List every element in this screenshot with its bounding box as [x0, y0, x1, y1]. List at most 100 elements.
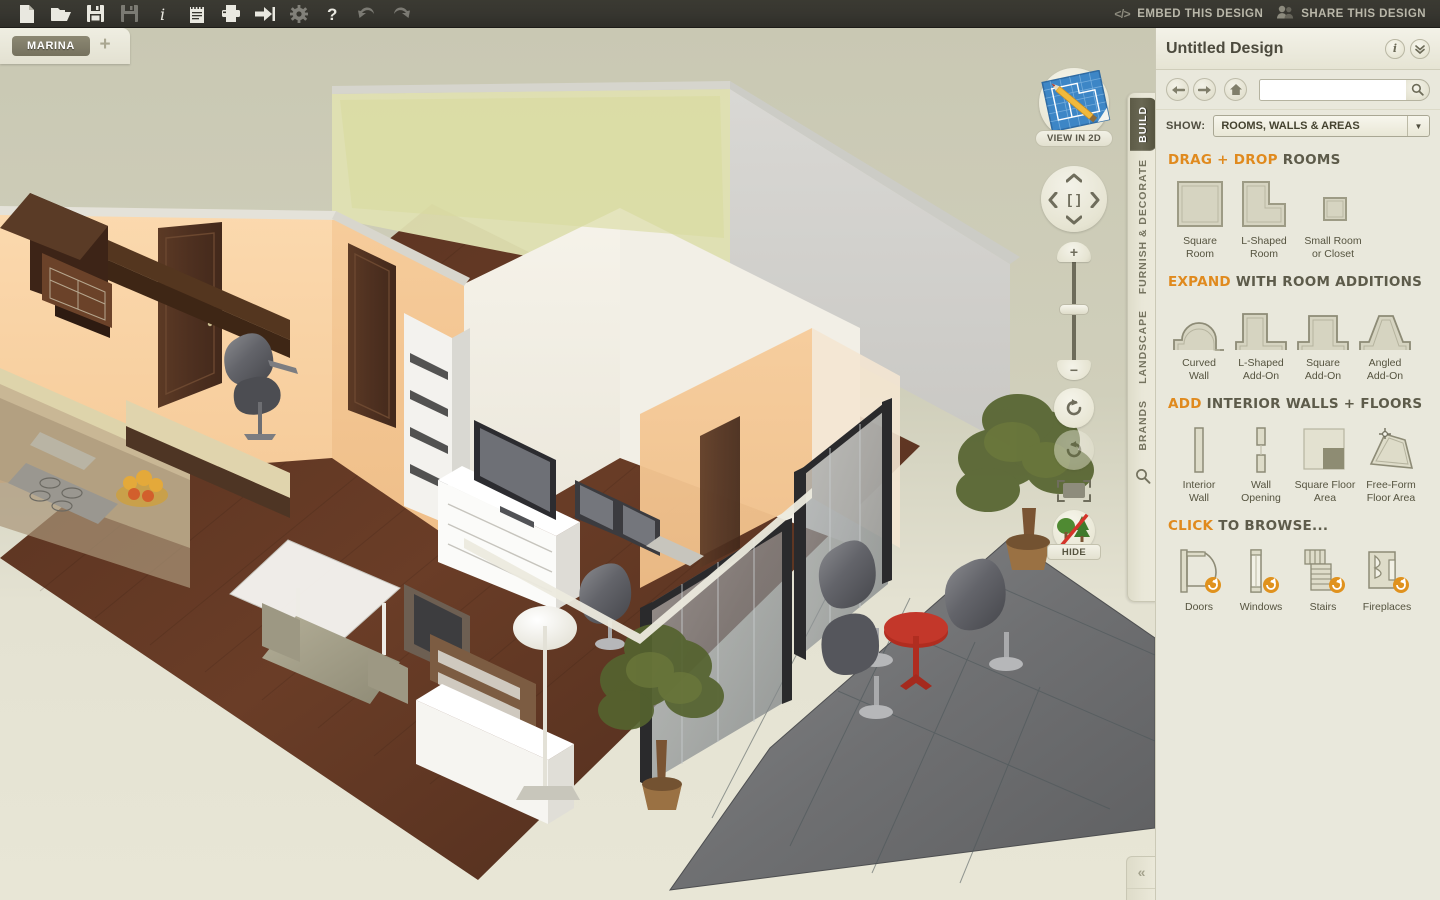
- item-label: Square Floor Area: [1294, 479, 1356, 504]
- share-design-label: SHARE THIS DESIGN: [1301, 7, 1426, 20]
- sidebar-tab-landscape[interactable]: LANDSCAPE: [1137, 302, 1149, 392]
- floorplan-3d-scene: [0, 28, 1155, 900]
- item-angled-addon[interactable]: Angled Add-On: [1354, 300, 1416, 382]
- recenter-button[interactable]: [ ]: [1062, 188, 1086, 210]
- section-heading-rest: INTERIOR WALLS + FLOORS: [1201, 396, 1423, 412]
- small-room-icon: [1315, 178, 1351, 230]
- pan-right-button[interactable]: [1087, 191, 1103, 209]
- item-l-shaped-addon[interactable]: L-Shaped Add-On: [1230, 300, 1292, 382]
- pan-up-button[interactable]: [1064, 170, 1084, 186]
- collapse-left-button[interactable]: «: [1127, 857, 1155, 889]
- item-wall-opening[interactable]: Wall Opening: [1230, 422, 1292, 504]
- panel-info-icon[interactable]: i: [1385, 38, 1405, 59]
- fireplace-icon: [1361, 544, 1413, 596]
- item-label: Square Room: [1183, 235, 1217, 260]
- section-heading-accent: EXPAND: [1168, 274, 1231, 290]
- item-stairs[interactable]: Stairs: [1292, 544, 1354, 614]
- save-button[interactable]: [78, 1, 112, 27]
- view-in-2d-button[interactable]: VIEW IN 2D: [1035, 68, 1113, 150]
- item-curved-wall[interactable]: Curved Wall: [1168, 300, 1230, 382]
- document-tab-marina[interactable]: MARINA: [12, 36, 90, 56]
- show-label: SHOW:: [1166, 120, 1206, 132]
- pan-left-button[interactable]: [1045, 191, 1061, 209]
- design-title: Untitled Design: [1166, 39, 1284, 57]
- item-square-room[interactable]: Square Room: [1168, 178, 1232, 260]
- help-button[interactable]: ?: [316, 1, 350, 27]
- panel-home-button[interactable]: [1224, 78, 1247, 101]
- item-free-form-floor-area[interactable]: Free-Form Floor Area: [1358, 422, 1424, 504]
- add-tab-button[interactable]: +: [96, 35, 114, 55]
- share-design-link[interactable]: SHARE THIS DESIGN: [1277, 5, 1426, 22]
- section-heading-rest: ROOMS: [1277, 152, 1341, 168]
- zoom-slider[interactable]: + −: [1057, 242, 1091, 380]
- item-doors[interactable]: Doors: [1168, 544, 1230, 614]
- design-viewport-3d[interactable]: VIEW IN 2D [ ] + − HIDE BUILD FURNISH & …: [0, 28, 1155, 900]
- print-button[interactable]: [214, 1, 248, 27]
- item-label: Curved Wall: [1182, 357, 1216, 382]
- l-shaped-addon-icon: [1233, 300, 1289, 352]
- pan-down-button[interactable]: [1064, 212, 1084, 228]
- show-filter-select[interactable]: ROOMS, WALLS & AREAS ▼: [1213, 115, 1430, 137]
- panel-forward-button[interactable]: [1193, 78, 1216, 101]
- item-label: Angled Add-On: [1366, 357, 1404, 382]
- item-square-floor-area[interactable]: Square Floor Area: [1292, 422, 1358, 504]
- panel-search-button[interactable]: [1406, 78, 1430, 101]
- notes-button[interactable]: [180, 1, 214, 27]
- settings-gear-button[interactable]: [282, 1, 316, 27]
- collapse-right-button[interactable]: »: [1127, 889, 1155, 900]
- pan-dpad[interactable]: [ ]: [1041, 166, 1107, 232]
- zoom-slider-handle[interactable]: [1059, 304, 1089, 315]
- rotate-right-button[interactable]: [1054, 430, 1094, 470]
- svg-text:i: i: [160, 5, 165, 23]
- panel-collapse-icon[interactable]: [1410, 38, 1430, 59]
- sidebar-tab-furnish-decorate[interactable]: FURNISH & DECORATE: [1137, 151, 1149, 302]
- section-heading: DRAG + DROP ROOMS: [1168, 152, 1428, 168]
- section-heading-accent: CLICK: [1168, 518, 1214, 534]
- save-as-button[interactable]: [112, 1, 146, 27]
- viewport-controls: VIEW IN 2D [ ] + − HIDE: [1035, 68, 1113, 566]
- sidebar-tab-build[interactable]: BUILD: [1129, 98, 1155, 151]
- zoom-out-button[interactable]: −: [1057, 360, 1091, 380]
- section-heading-accent: ADD: [1168, 396, 1202, 412]
- item-windows[interactable]: Windows: [1230, 544, 1292, 614]
- panel-titlebar: Untitled Design i: [1156, 28, 1440, 70]
- blueprint-pencil-icon: [1041, 70, 1111, 133]
- section-items: Interior Wall Wall Opening Square Floor …: [1168, 422, 1428, 504]
- panel-back-button[interactable]: [1166, 78, 1189, 101]
- item-l-shaped-room[interactable]: L-Shaped Room: [1232, 178, 1296, 260]
- export-button[interactable]: [248, 1, 282, 27]
- hide-trees-toggle[interactable]: HIDE: [1044, 510, 1104, 566]
- curved-wall-icon: [1171, 300, 1227, 352]
- panel-search-input[interactable]: [1259, 78, 1430, 101]
- zoom-in-button[interactable]: +: [1057, 242, 1091, 262]
- door-icon: [1173, 544, 1225, 596]
- rotate-left-button[interactable]: [1054, 388, 1094, 428]
- isometric-floorplan: [0, 28, 1155, 900]
- capture-screenshot-button[interactable]: [1052, 476, 1096, 506]
- redo-button[interactable]: [384, 1, 418, 27]
- sidebar-search-icon[interactable]: [1135, 468, 1151, 489]
- show-filter-value: ROOMS, WALLS & AREAS: [1221, 120, 1360, 132]
- l-shaped-room-icon: [1239, 178, 1289, 230]
- open-folder-button[interactable]: [44, 1, 78, 27]
- item-square-addon[interactable]: Square Add-On: [1292, 300, 1354, 382]
- item-label: Free-Form Floor Area: [1366, 479, 1416, 504]
- undo-button[interactable]: [350, 1, 384, 27]
- interior-wall-icon: [1188, 422, 1210, 474]
- section-heading: ADD INTERIOR WALLS + FLOORS: [1168, 396, 1428, 412]
- info-button[interactable]: i: [146, 1, 180, 27]
- panel-titlebar-actions: i: [1385, 38, 1430, 59]
- window-icon: [1235, 544, 1287, 596]
- embed-design-link[interactable]: </> EMBED THIS DESIGN: [1114, 7, 1263, 21]
- item-small-room[interactable]: Small Room or Closet: [1296, 178, 1370, 260]
- sidebar-tab-brands[interactable]: BRANDS: [1137, 392, 1149, 459]
- chevron-down-icon[interactable]: ▼: [1407, 116, 1429, 136]
- section-items: Doors Windows Stairs Fireplaces: [1168, 544, 1428, 614]
- panel-sections: DRAG + DROP ROOMS Square Room L-Shaped R…: [1156, 142, 1440, 614]
- door-3d: [348, 243, 396, 428]
- new-document-button[interactable]: [10, 1, 44, 27]
- item-interior-wall[interactable]: Interior Wall: [1168, 422, 1230, 504]
- item-label: Windows: [1239, 601, 1283, 613]
- main-toolbar: i ? </> EMBED THIS DESIGN SHARE THIS DES…: [0, 0, 1440, 28]
- item-fireplaces[interactable]: Fireplaces: [1354, 544, 1420, 614]
